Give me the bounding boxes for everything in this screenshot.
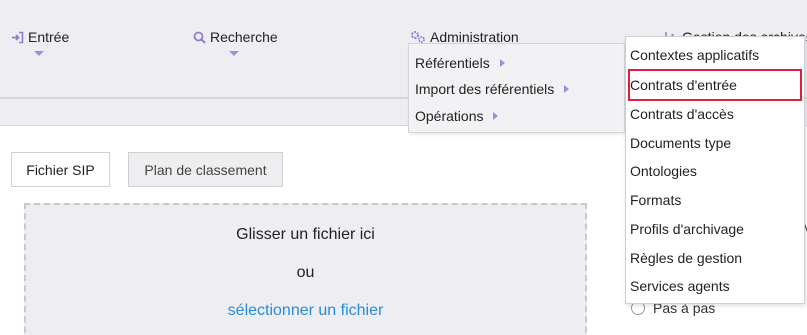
drop-or: ou xyxy=(296,264,315,281)
search-icon xyxy=(192,30,206,44)
submenu-item-contrats-acces[interactable]: Contrats d'accès xyxy=(630,106,734,122)
nav-recherche-label: Recherche xyxy=(210,29,278,45)
menu-item-referentiels[interactable]: Référentiels xyxy=(415,53,505,73)
nav-entree[interactable]: Entrée xyxy=(10,27,69,47)
file-drop-zone[interactable]: Glisser un fichier ici ou sélectionner u… xyxy=(24,203,587,335)
menu-item-label: Référentiels xyxy=(415,55,490,71)
tab-fichier-sip[interactable]: Fichier SIP xyxy=(11,152,110,187)
select-file-link[interactable]: sélectionner un fichier xyxy=(228,302,384,319)
tab-plan-label: Plan de classement xyxy=(144,161,267,178)
nav-recherche[interactable]: Recherche xyxy=(192,27,278,47)
chevron-down-icon[interactable] xyxy=(34,51,44,56)
chevron-right-icon xyxy=(564,85,570,93)
chevron-down-icon[interactable] xyxy=(229,51,239,56)
submenu-item-ontologies[interactable]: Ontologies xyxy=(630,163,697,179)
menu-item-label: Import des référentiels xyxy=(415,81,555,97)
tab-plan-de-classement[interactable]: Plan de classement xyxy=(128,152,283,187)
login-arrow-icon xyxy=(10,30,24,44)
submenu-item-regles[interactable]: Règles de gestion xyxy=(630,250,742,266)
selection-highlight-box xyxy=(628,69,802,101)
nav-entree-label: Entrée xyxy=(28,29,70,45)
menu-item-operations[interactable]: Opérations xyxy=(415,106,499,126)
gears-icon xyxy=(410,30,426,44)
submenu-item-contextes[interactable]: Contextes applicatifs xyxy=(630,47,759,63)
drop-instruction: Glisser un fichier ici xyxy=(236,226,375,243)
menu-item-import-referentiels[interactable]: Import des référentiels xyxy=(415,79,570,99)
tab-fichier-sip-label: Fichier SIP xyxy=(26,161,95,178)
referentiels-submenu: Contextes applicatifs Contrats d'entrée … xyxy=(625,36,805,304)
menu-item-label: Opérations xyxy=(415,108,484,124)
submenu-item-services-agents[interactable]: Services agents xyxy=(630,278,730,294)
chevron-right-icon xyxy=(499,59,505,67)
chevron-right-icon xyxy=(493,112,499,120)
submenu-item-profils[interactable]: Profils d'archivage xyxy=(630,221,744,237)
administration-menu: Référentiels Import des référentiels Opé… xyxy=(408,43,625,133)
submenu-item-formats[interactable]: Formats xyxy=(630,192,681,208)
submenu-item-documents-type[interactable]: Documents type xyxy=(630,135,731,151)
